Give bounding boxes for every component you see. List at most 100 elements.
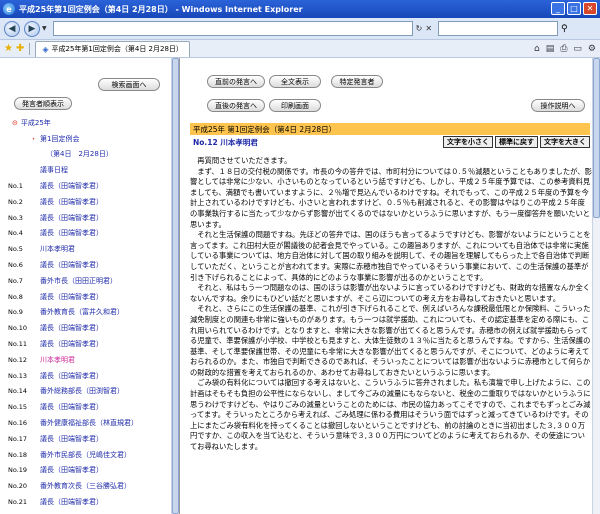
entry-speaker-link[interactable]: 議長（田端智孝君）	[40, 402, 103, 412]
speech-entry[interactable]: No.20 番外教育次長（三谷勝弘君）	[0, 478, 179, 494]
entry-speaker-link[interactable]: 議長（田端智孝君）	[40, 228, 103, 238]
speech-entry[interactable]: No.21 議長（田端智孝君）	[0, 494, 179, 510]
page-menu-icon[interactable]: ▭	[573, 44, 582, 54]
tools-icon[interactable]: ⚙	[588, 44, 596, 54]
tab-current[interactable]: ◈ 平成25年第1回定例会（第4日 2月28日）	[35, 40, 190, 57]
speech-paragraph: ごみ袋の有料化については撤回する考えはないと、こういうふうに答弁されました。私も…	[190, 378, 591, 452]
entry-number: No.17	[8, 434, 28, 443]
entry-speaker-link[interactable]: 議長（田端智孝君）	[40, 371, 103, 381]
entry-speaker-link[interactable]: 川本孝明君	[40, 244, 75, 254]
entry-number: No.8	[8, 292, 23, 301]
tree-agenda[interactable]: 議事日程	[0, 162, 179, 178]
left-scrollbar[interactable]	[171, 58, 179, 514]
entry-number: No.13	[8, 371, 28, 380]
speech-entry[interactable]: No.6 議長（田端智孝君）	[0, 257, 179, 273]
speech-paragraph: 再質問させていただきます。	[190, 156, 292, 165]
right-scrollbar-thumb[interactable]	[593, 58, 600, 218]
left-scrollbar-thumb[interactable]	[172, 58, 179, 514]
speech-entry[interactable]: No.3 議長（田端智孝君）	[0, 210, 179, 226]
entry-speaker-link[interactable]: 川本孝明君	[40, 355, 75, 365]
tree-root-label: 平成25年	[20, 118, 51, 127]
entry-speaker-link[interactable]: 議長（田端智孝君）	[40, 497, 103, 507]
text-standard-button[interactable]: 標準に戻す	[495, 136, 538, 148]
back-button[interactable]: ◀	[4, 20, 20, 37]
speech-entry[interactable]: No.16 番外健康福祉部長（林直規君）	[0, 415, 179, 431]
page-icon: ◈	[42, 44, 49, 54]
speech-entry[interactable]: No.11 議長（田端智孝君）	[0, 336, 179, 352]
speech-entry[interactable]: No.7 番外市長（田田正明君）	[0, 273, 179, 289]
forward-button[interactable]: ▶	[24, 20, 40, 37]
speaker-name: No.12 川本孝明君	[193, 137, 258, 147]
entry-speaker-link[interactable]: 番外教育次長（三谷勝弘君）	[40, 481, 131, 491]
entry-speaker-link[interactable]: 番外市長（田田正明君）	[40, 276, 117, 286]
speech-entry[interactable]: No.12 川本孝明君	[0, 352, 179, 368]
entry-speaker-link[interactable]: 議長（田端智孝君）	[40, 197, 103, 207]
home-icon[interactable]: ⌂	[534, 44, 540, 54]
speech-entry[interactable]: No.15 議長（田端智孝君）	[0, 399, 179, 415]
entry-number: No.16	[8, 419, 28, 428]
entry-speaker-link[interactable]: 議長（田端智孝君）	[40, 292, 103, 302]
window-titlebar: e 平成25年第1回定例会（第4日 2月28日） - Windows Inter…	[0, 0, 600, 18]
tree-root[interactable]: ⊝ 平成25年	[0, 115, 179, 131]
entry-speaker-link[interactable]: 議長（田端智孝君）	[40, 181, 103, 191]
entry-speaker-link[interactable]: 番外健康福祉部長（林直規君）	[40, 418, 138, 428]
search-icon[interactable]: ⚲	[561, 24, 568, 34]
entry-speaker-link[interactable]: 議長（田端智孝君）	[40, 260, 103, 270]
stop-icon[interactable]: ✕	[425, 24, 432, 33]
speech-entry[interactable]: No.14 番外総務部長（田渕智君）	[0, 384, 179, 400]
entry-speaker-link[interactable]: 議長（田端智孝君）	[40, 434, 103, 444]
speech-entry[interactable]: No.13 議長（田端智孝君）	[0, 368, 179, 384]
entry-number: No.10	[8, 324, 28, 333]
speech-entry[interactable]: No.4 議長（田端智孝君）	[0, 226, 179, 242]
speech-paragraph: それと、私はもう一つ問題なのは、国のほうは影響が出ないように言っているわけですけ…	[190, 283, 591, 303]
show-speakers-button[interactable]: 発言者順表示	[14, 97, 72, 110]
entry-number: No.15	[8, 403, 28, 412]
text-smaller-button[interactable]: 文字を小さく	[443, 136, 493, 148]
tree-session[interactable]: ・ 第1回定例会	[0, 131, 179, 147]
tree-expand-icon[interactable]: ⊝	[12, 119, 18, 127]
entry-number: No.2	[8, 197, 23, 206]
print-screen-button[interactable]: 印刷画面	[269, 99, 321, 112]
feeds-icon[interactable]: ▤	[546, 44, 555, 54]
speech-entry[interactable]: No.1 議長（田端智孝君）	[0, 178, 179, 194]
history-dropdown-icon[interactable]: ▼	[42, 25, 47, 32]
text-larger-button[interactable]: 文字を大きく	[540, 136, 590, 148]
search-input[interactable]	[438, 21, 559, 36]
show-all-button[interactable]: 全文表示	[269, 75, 321, 88]
entry-number: No.18	[8, 450, 28, 459]
maximize-button[interactable]: □	[567, 2, 581, 15]
next-speaker-button[interactable]: 直後の発言へ	[207, 99, 265, 112]
search-screen-button[interactable]: 検索画面へ	[98, 78, 160, 91]
add-favorites-icon[interactable]: ✚	[16, 43, 24, 54]
speech-entry[interactable]: No.8 議長（田端智孝君）	[0, 289, 179, 305]
entry-number: No.21	[8, 498, 28, 507]
speech-entry[interactable]: No.19 議長（田端智孝君）	[0, 463, 179, 479]
speech-entry[interactable]: No.9 番外教育長（富井久和君）	[0, 305, 179, 321]
entry-speaker-link[interactable]: 番外総務部長（田渕智君）	[40, 386, 124, 396]
refresh-icon[interactable]: ↻	[416, 24, 423, 33]
entry-speaker-link[interactable]: 議長（田端智孝君）	[40, 213, 103, 223]
speech-entry[interactable]: No.10 議長（田端智孝君）	[0, 320, 179, 336]
favorites-icon[interactable]: ★	[4, 43, 13, 54]
operation-help-button[interactable]: 操作説明へ	[531, 99, 585, 112]
minimize-button[interactable]: _	[551, 2, 565, 15]
entry-number: No.4	[8, 229, 23, 238]
entry-speaker-link[interactable]: 議長（田端智孝君）	[40, 465, 103, 475]
url-input[interactable]	[52, 21, 413, 36]
print-icon[interactable]: ⎙	[560, 44, 567, 54]
right-scrollbar[interactable]	[592, 58, 600, 514]
entry-number: No.12	[8, 355, 28, 364]
entry-speaker-link[interactable]: 番外教育長（富井久和君）	[40, 307, 124, 317]
close-button[interactable]: ✕	[583, 2, 597, 15]
prev-speaker-button[interactable]: 直前の発言へ	[207, 75, 265, 88]
tree-day[interactable]: （第4日 2月28日）	[0, 147, 179, 163]
entry-speaker-link[interactable]: 番外市民部長（児嶋佳文君）	[40, 450, 131, 460]
speech-entry[interactable]: No.18 番外市民部長（児嶋佳文君）	[0, 447, 179, 463]
specific-speaker-button[interactable]: 特定発言者	[331, 75, 383, 88]
agenda-link[interactable]: 議事日程	[40, 165, 68, 175]
entry-speaker-link[interactable]: 議長（田端智孝君）	[40, 339, 103, 349]
speech-entry[interactable]: No.5 川本孝明君	[0, 241, 179, 257]
speech-entry[interactable]: No.2 議長（田端智孝君）	[0, 194, 179, 210]
speech-entry[interactable]: No.17 議長（田端智孝君）	[0, 431, 179, 447]
entry-speaker-link[interactable]: 議長（田端智孝君）	[40, 323, 103, 333]
